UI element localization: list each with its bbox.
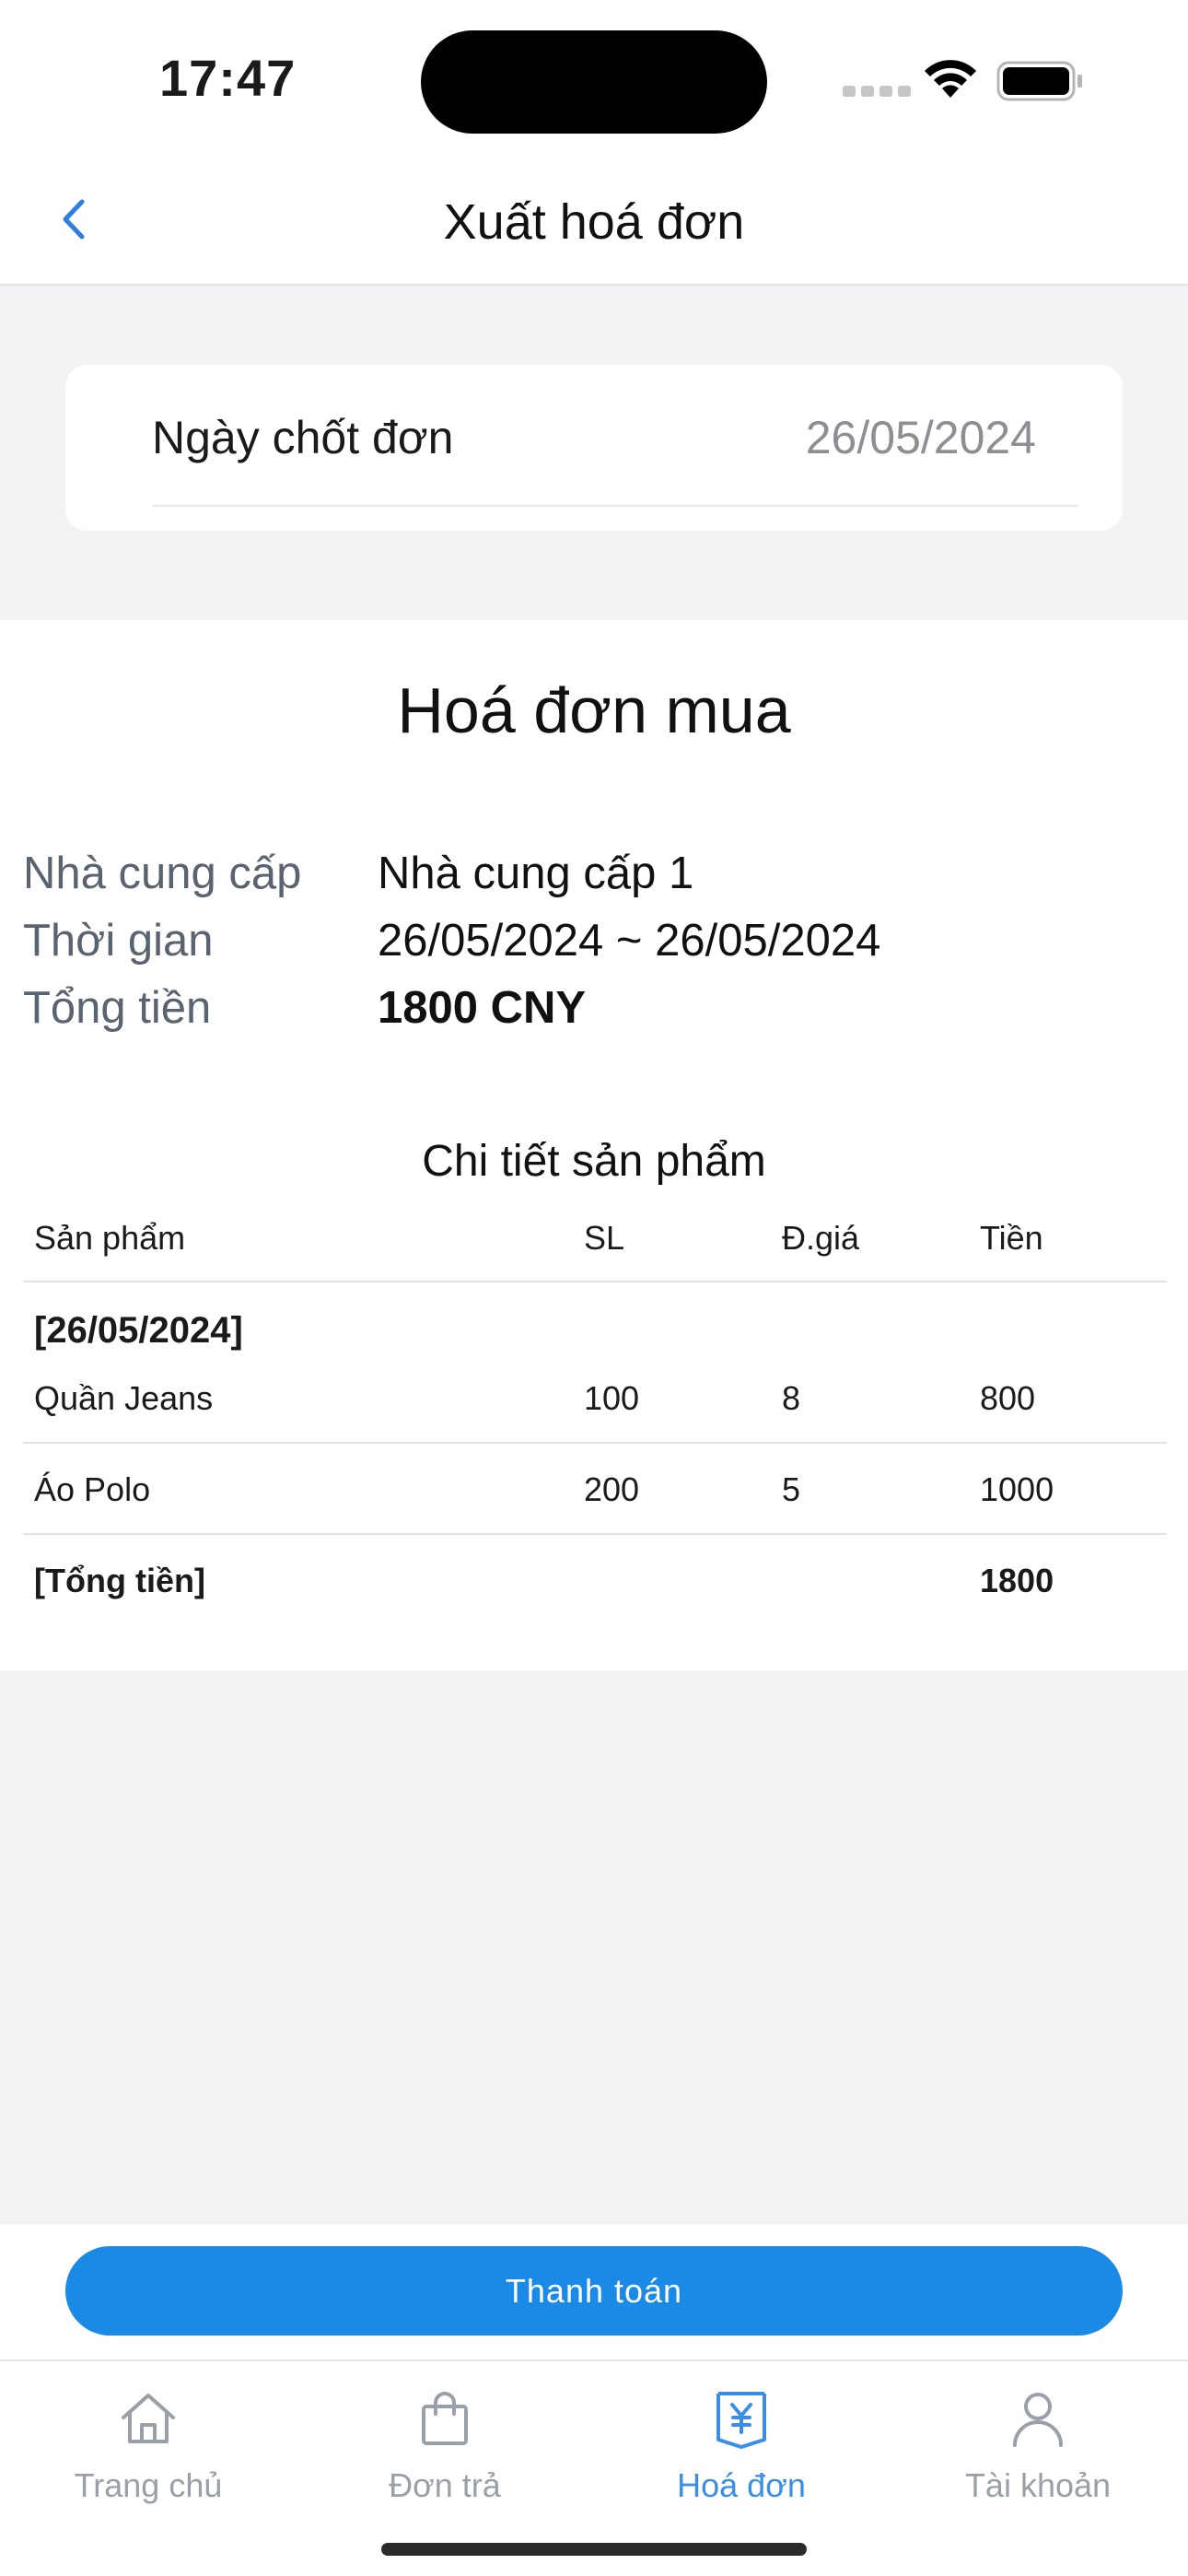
closing-date-value[interactable]: 26/05/2024 — [806, 411, 1036, 464]
column-header-amount: Tiền — [980, 1219, 1043, 1257]
supplier-value: Nhà cung cấp 1 — [378, 849, 694, 898]
tab-home[interactable]: Trang chủ — [0, 2382, 297, 2520]
group-date: [26/05/2024] — [34, 1310, 243, 1351]
header-divider — [23, 1281, 1167, 1282]
invoice-panel: Hoá đơn mua Nhà cung cấp Nhà cung cấp 1 … — [0, 620, 1188, 1670]
status-bar: 17:47 — [0, 0, 1188, 157]
tab-label: Hoá đơn — [677, 2466, 806, 2504]
row-qty: 100 — [584, 1379, 640, 1417]
row-divider — [23, 1442, 1167, 1444]
column-header-product: Sản phẩm — [34, 1219, 186, 1257]
page-title: Xuất hoá đơn — [443, 194, 745, 250]
row-divider — [23, 1533, 1167, 1535]
status-time: 17:47 — [159, 49, 297, 107]
row-amount: 800 — [980, 1379, 1036, 1417]
navigation-bar: Xuất hoá đơn — [0, 157, 1188, 286]
yen-invoice-icon — [705, 2382, 778, 2455]
pay-area: Thanh toán — [0, 2224, 1188, 2359]
row-price: 8 — [782, 1379, 801, 1417]
home-icon — [111, 2382, 185, 2455]
column-header-qty: SL — [584, 1219, 625, 1257]
tab-invoices[interactable]: Hoá đơn — [593, 2382, 890, 2520]
period-label: Thời gian — [23, 916, 214, 966]
total-value: 1800 CNY — [378, 983, 587, 1033]
product-details-title: Chi tiết sản phẩm — [422, 1137, 766, 1186]
row-product: Quần Jeans — [34, 1379, 214, 1417]
row-amount: 1000 — [980, 1470, 1054, 1508]
column-header-price: Đ.giá — [782, 1219, 860, 1257]
closing-date-card: Ngày chốt đơn 26/05/2024 — [65, 365, 1123, 531]
tab-returns[interactable]: Đơn trả — [297, 2382, 593, 2520]
home-indicator — [381, 2543, 807, 2556]
invoice-title: Hoá đơn mua — [397, 674, 791, 746]
tab-label: Đơn trả — [389, 2466, 501, 2504]
row-price: 5 — [782, 1470, 801, 1508]
period-value: 26/05/2024 ~ 26/05/2024 — [378, 916, 881, 966]
tab-account[interactable]: Tài khoản — [890, 2382, 1186, 2520]
closing-date-label: Ngày chốt đơn — [152, 412, 454, 463]
tab-label: Trang chủ — [74, 2466, 223, 2504]
table-total-label: [Tổng tiền] — [34, 1562, 205, 1599]
dynamic-island — [421, 30, 767, 134]
user-icon — [1001, 2382, 1075, 2455]
cellular-signal-icon — [843, 86, 911, 97]
pay-button[interactable]: Thanh toán — [65, 2246, 1123, 2336]
tab-label: Tài khoản — [964, 2466, 1112, 2504]
row-qty: 200 — [584, 1470, 640, 1508]
total-label: Tổng tiền — [23, 983, 212, 1033]
battery-icon — [996, 61, 1082, 101]
shopping-bag-icon — [408, 2382, 482, 2455]
wifi-icon — [925, 60, 976, 98]
row-product: Áo Polo — [34, 1470, 151, 1508]
table-total-value: 1800 — [980, 1562, 1054, 1599]
closing-date-row[interactable]: Ngày chốt đơn 26/05/2024 — [152, 411, 1078, 507]
supplier-label: Nhà cung cấp — [23, 849, 302, 898]
